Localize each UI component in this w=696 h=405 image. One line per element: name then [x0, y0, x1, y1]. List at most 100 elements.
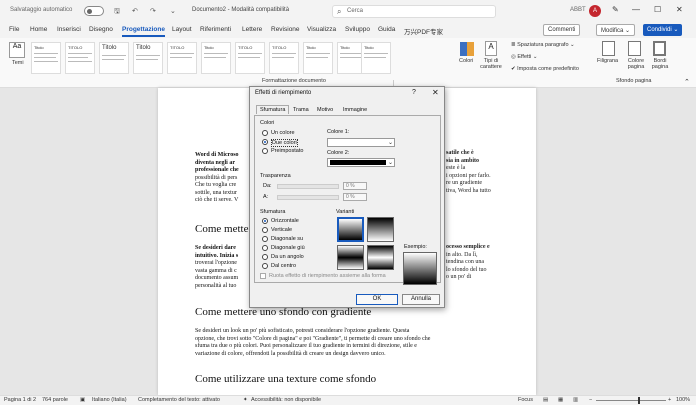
zoom-level[interactable]: 100% — [676, 397, 690, 403]
transparency-from-slider[interactable] — [277, 184, 339, 189]
transparency-from-input[interactable]: 0 % — [343, 182, 367, 190]
zoom-slider[interactable] — [596, 397, 666, 404]
radio-verticale[interactable] — [262, 227, 268, 233]
pen-icon[interactable]: ✎ — [612, 5, 619, 14]
zoom-in-icon[interactable]: + — [668, 397, 671, 403]
themes-icon[interactable]: Aa — [9, 42, 25, 58]
tab-progettazione[interactable]: Progettazione — [122, 26, 165, 37]
tab-sviluppo[interactable]: Sviluppo — [345, 26, 370, 33]
style-set-8[interactable]: TITOLO — [269, 42, 299, 74]
transparency-to-input[interactable]: 0 % — [343, 193, 367, 201]
collapse-ribbon-icon[interactable]: ⌃ — [684, 78, 690, 86]
radio-diagonale-giu[interactable] — [262, 245, 268, 251]
tab-sfumatura[interactable]: Sfumatura — [256, 105, 290, 114]
web-layout-icon[interactable]: ▥ — [573, 397, 578, 403]
color2-select[interactable]: ⌄ — [327, 158, 395, 167]
set-as-default-button[interactable]: ✔ Imposta come predefinito — [511, 66, 579, 72]
close-icon[interactable]: ✕ — [676, 5, 683, 14]
zoom-out-icon[interactable]: − — [589, 397, 592, 403]
transparency-from-label: Da: — [263, 183, 272, 189]
focus-button[interactable]: Focus — [518, 397, 533, 403]
style-set-2[interactable]: TITOLO — [65, 42, 95, 74]
page-color-icon[interactable] — [628, 41, 641, 56]
colors-label: Colori — [459, 58, 474, 64]
redo-icon[interactable]: ↷ — [150, 7, 156, 15]
share-button[interactable]: Condividi ⌄ — [643, 24, 683, 36]
radio-orizzontale[interactable] — [262, 218, 268, 224]
search-input[interactable]: ⌕ Cerca — [332, 5, 496, 18]
doc-line: sfuma tra due o più colori. Puoi persona… — [195, 343, 417, 349]
style-set-5[interactable]: TITOLO — [167, 42, 197, 74]
tab-layout[interactable]: Layout — [172, 26, 192, 33]
radio-two-colors[interactable] — [262, 139, 268, 145]
word-count[interactable]: 764 parole — [42, 397, 68, 403]
variant-4[interactable] — [367, 245, 394, 270]
doc-line: troverai l'opzione — [195, 260, 237, 266]
editing-mode-button[interactable]: Modifica ⌄ — [596, 24, 636, 36]
themes-label: Temi — [12, 60, 24, 66]
variant-2[interactable] — [367, 217, 394, 242]
style-set-7[interactable]: TITOLO — [235, 42, 265, 74]
style-set-11[interactable]: Titolo — [361, 42, 391, 74]
read-mode-icon[interactable]: ▤ — [543, 397, 548, 403]
autosave-toggle[interactable] — [84, 6, 104, 16]
print-layout-icon[interactable]: ▦ — [558, 397, 563, 403]
page-borders-icon[interactable] — [653, 41, 666, 56]
radio-da-un-angolo[interactable] — [262, 254, 268, 260]
tab-home[interactable]: Home — [30, 26, 47, 33]
fonts-icon[interactable]: A — [485, 41, 497, 56]
style-set-6[interactable]: Titolo — [201, 42, 231, 74]
tab-disegno[interactable]: Disegno — [89, 26, 113, 33]
dialog-close-icon[interactable]: ✕ — [432, 88, 439, 97]
radio-one-color[interactable] — [262, 130, 268, 136]
text-predictions[interactable]: Completamento del testo: attivato — [138, 397, 220, 403]
effects-button[interactable]: ◎ Effetti ⌄ — [511, 54, 537, 60]
save-icon[interactable]: 🖫 — [114, 7, 120, 18]
comments-button[interactable]: Commenti — [543, 24, 581, 36]
tab-trama[interactable]: Trama — [293, 107, 309, 113]
help-icon[interactable]: ? — [412, 89, 416, 96]
tab-visualizza[interactable]: Visualizza — [307, 26, 336, 33]
minimize-icon[interactable]: — — [632, 5, 640, 14]
tab-riferimenti[interactable]: Riferimenti — [200, 26, 231, 33]
shading-styles-label: Sfumatura — [260, 209, 286, 215]
page-count[interactable]: Pagina 1 di 2 — [4, 397, 36, 403]
maximize-icon[interactable]: ☐ — [654, 5, 661, 14]
tab-motivo[interactable]: Motivo — [317, 107, 333, 113]
radio-diagonale-su[interactable] — [262, 236, 268, 242]
document-paragraph-3: Se desideri un look un po' più sofistica… — [195, 328, 525, 358]
tab-revisione[interactable]: Revisione — [271, 26, 300, 33]
tab-pdf-expert[interactable]: 万兴PDF专家 — [404, 26, 443, 36]
tab-inserisci[interactable]: Inserisci — [57, 26, 81, 33]
rotate-fill-checkbox[interactable] — [260, 273, 266, 279]
doc-line: intuitivo. Inizia s — [195, 252, 239, 259]
style-set-4[interactable]: Titolo — [133, 42, 163, 74]
tab-guida[interactable]: Guida — [378, 26, 395, 33]
document-heading-1: Come mette — [195, 223, 249, 235]
proofing-icon[interactable]: ▣ — [80, 397, 85, 403]
radio-dal-centro[interactable] — [262, 263, 268, 269]
style-set-1[interactable]: Titolo — [31, 42, 61, 74]
tab-file[interactable]: File — [9, 26, 19, 33]
cancel-button[interactable]: Annulla — [402, 294, 440, 305]
avatar[interactable]: A — [589, 5, 601, 17]
colors-icon[interactable] — [460, 42, 474, 56]
transparency-to-slider[interactable] — [277, 195, 339, 200]
doc-line: sia in ambito — [446, 157, 480, 164]
ok-button[interactable]: OK — [356, 294, 398, 305]
tab-lettere[interactable]: Lettere — [242, 26, 262, 33]
variant-1[interactable] — [337, 217, 364, 242]
variant-3[interactable] — [337, 245, 364, 270]
accessibility-status[interactable]: Accessibilità: non disponibile — [251, 397, 321, 403]
undo-icon[interactable]: ↶ — [132, 7, 138, 15]
color1-select[interactable]: ⌄ — [327, 138, 395, 147]
tab-immagine[interactable]: Immagine — [343, 107, 367, 113]
paragraph-spacing-button[interactable]: ≣ Spaziatura paragrafo ⌄ — [511, 42, 575, 48]
radio-preset[interactable] — [262, 148, 268, 154]
accessibility-icon[interactable]: ✦ — [243, 397, 248, 403]
style-set-9[interactable]: Titolo — [303, 42, 333, 74]
watermark-icon[interactable] — [602, 41, 615, 56]
customize-qat-icon[interactable]: ⌄ — [170, 7, 176, 15]
language[interactable]: Italiano (Italia) — [92, 397, 127, 403]
style-set-3[interactable]: Titolo — [99, 42, 129, 74]
